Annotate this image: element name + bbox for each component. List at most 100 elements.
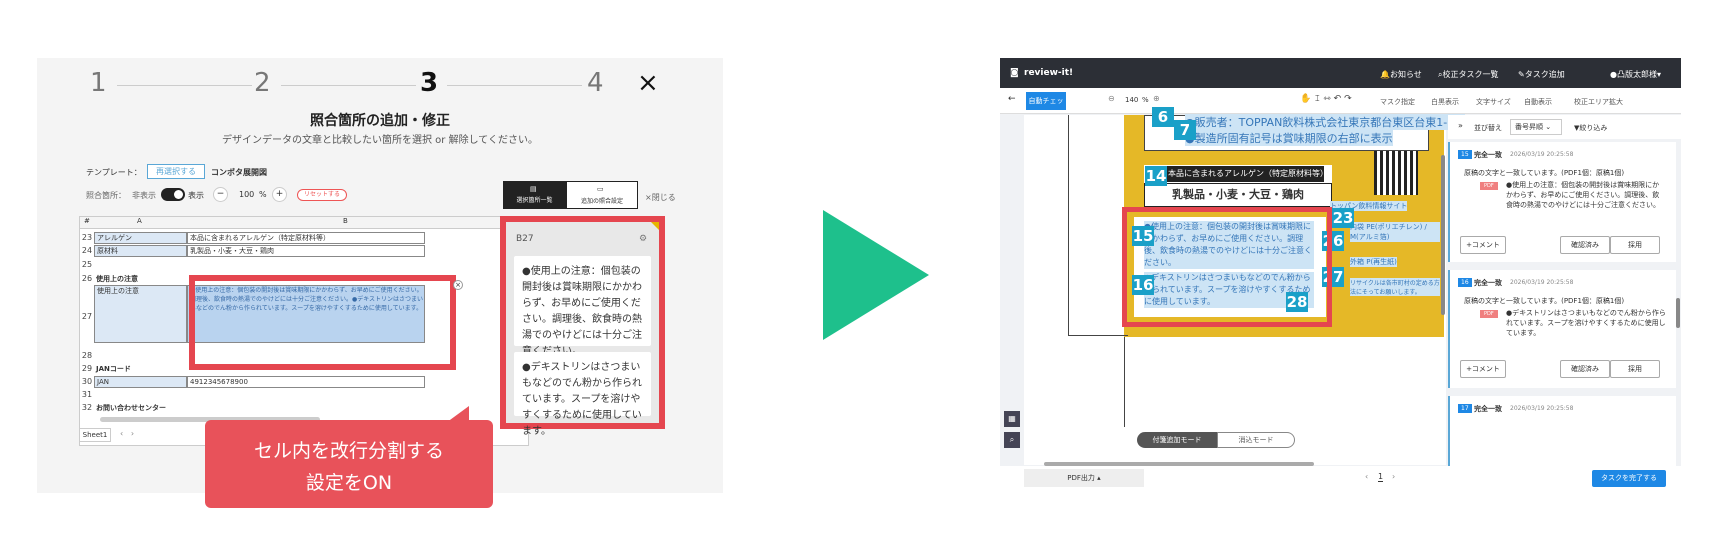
close-side-button[interactable]: ×閉じる bbox=[645, 192, 676, 203]
callout-text-line2: 設定をON bbox=[305, 472, 393, 494]
results-scrollbar[interactable] bbox=[1676, 298, 1680, 328]
table-cell[interactable]: 乳製品・小麦・大豆・鶏肉 bbox=[187, 245, 425, 257]
result-card[interactable]: 16 完全一致 2026/03/19 20:25:58 原稿の文字と一致していま… bbox=[1448, 270, 1676, 388]
confirmed-button[interactable]: 確認済み bbox=[1560, 360, 1610, 378]
table-cell[interactable]: アレルゲン bbox=[94, 232, 187, 244]
section-label: 使用上の注意 bbox=[96, 275, 138, 283]
nav-add-task[interactable]: ✎タスク追加 bbox=[1518, 69, 1565, 80]
search-icon[interactable]: ⌕ bbox=[1004, 432, 1020, 448]
nav-notice[interactable]: 🔔お知らせ bbox=[1380, 69, 1422, 80]
gear-icon[interactable]: ⚙ bbox=[639, 234, 647, 244]
filter-button[interactable]: ▼絞り込み bbox=[1574, 123, 1607, 133]
list-icon: ▤ bbox=[530, 185, 537, 193]
close-icon[interactable]: × bbox=[637, 68, 659, 98]
mode-add-note[interactable]: 付箋追加モード bbox=[1137, 432, 1217, 448]
tool-mask[interactable]: マスク指定 bbox=[1380, 97, 1415, 107]
marker-14[interactable]: 14 bbox=[1145, 166, 1167, 186]
filter-label: 絞り込み bbox=[1579, 124, 1608, 132]
nav-user-label: 凸版太郎様 bbox=[1616, 70, 1657, 79]
die-line bbox=[1068, 115, 1069, 335]
tool-expand-area[interactable]: 校正エリア拡大 bbox=[1574, 97, 1623, 107]
confirmed-button[interactable]: 確認済み bbox=[1560, 236, 1610, 254]
table-cell[interactable]: 使用上の注意 bbox=[94, 285, 187, 343]
split-card-2[interactable]: ●デキストリンはさつまいもなどのでん粉から作られています。スープを溶けやすくする… bbox=[514, 352, 651, 437]
add-comment-button[interactable]: +コメント bbox=[1460, 236, 1506, 254]
toolbar: ← 自動チェック結果 ⊖ 140 % ⊕ ✋ 𝙸 ⇿ ↶ ↷ マスク指定 白黒表… bbox=[1000, 88, 1681, 123]
table-cell[interactable]: JAN bbox=[94, 376, 187, 388]
auto-check-button[interactable]: 自動チェック結果 bbox=[1026, 92, 1066, 123]
document-viewer[interactable]: ●販売者：TOPPAN飲料株式会社東京都台東区台東1-5-1 ●製造所固有記号は… bbox=[1024, 107, 1466, 466]
result-text: ●デキストリンはさつまいもなどのでん粉から作られています。スープを溶けやすくする… bbox=[1506, 309, 1666, 337]
reselect-button[interactable]: 再選択する bbox=[147, 164, 205, 179]
review-app-window: ◙ review-it! 🔔お知らせ ⌕校正タスク一覧 ✎タスク追加 ●凸版太郎… bbox=[1000, 58, 1681, 490]
marker-6[interactable]: 6 bbox=[1152, 107, 1174, 127]
row-number: 30 bbox=[81, 377, 93, 386]
display-toggle[interactable] bbox=[161, 188, 185, 201]
row-number: 31 bbox=[81, 390, 93, 399]
top-navbar: ◙ review-it! 🔔お知らせ ⌕校正タスク一覧 ✎タスク追加 ●凸版太郎… bbox=[1000, 58, 1681, 88]
nav-tasks-label: 校正タスク一覧 bbox=[1442, 70, 1499, 79]
settings-icon: ▭ bbox=[597, 185, 604, 193]
marker-23[interactable]: 23 bbox=[1332, 208, 1354, 228]
chart-icon[interactable]: ▦ bbox=[1004, 411, 1020, 427]
hand-icon[interactable]: ✋ 𝙸 ⇿ ↶ ↷ bbox=[1300, 94, 1352, 104]
back-arrow-icon[interactable]: ← bbox=[1008, 94, 1016, 104]
template-label: テンプレート： bbox=[86, 168, 142, 177]
sort-select[interactable]: 番号昇順 ⌄ bbox=[1510, 119, 1562, 135]
zoom-in-button[interactable]: + bbox=[272, 187, 287, 202]
result-status: 完全一致 bbox=[1474, 151, 1502, 159]
nav-tasks[interactable]: ⌕校正タスク一覧 bbox=[1438, 69, 1498, 80]
result-status: 完全一致 bbox=[1474, 279, 1502, 287]
nav-add-task-label: タスク追加 bbox=[1524, 70, 1565, 79]
table-cell[interactable]: 本品に含まれるアレルゲン（特定原材料等） bbox=[187, 232, 425, 244]
split-card-1[interactable]: ●使用上の注意：個包装の開封後は賞味期限にかかわらず、お早めにご使用ください。調… bbox=[514, 256, 651, 357]
nav-notice-label: お知らせ bbox=[1389, 70, 1422, 79]
match-label: 照合箇所： bbox=[86, 191, 126, 200]
doc-label-27: 外箱 P(再生紙) bbox=[1350, 257, 1397, 267]
collapse-icon[interactable]: » bbox=[1458, 121, 1463, 130]
section-label: JANコード bbox=[96, 365, 131, 373]
result-desc: 原稿の文字と一致しています。(PDF1個：原稿1個) bbox=[1464, 169, 1625, 177]
zoom-in-icon[interactable]: ⊕ bbox=[1153, 94, 1160, 103]
doc-line-expiry: ●製造所固有記号は賞味期限の右部に表示 bbox=[1185, 130, 1393, 146]
corner-marker bbox=[651, 222, 659, 230]
result-card[interactable]: 15 完全一致 2026/03/19 20:25:58 原稿の文字と一致していま… bbox=[1448, 142, 1676, 262]
col-header: # bbox=[84, 217, 90, 225]
cell-reference: B27 bbox=[516, 234, 534, 244]
doc-vertical-scrollbar[interactable] bbox=[1441, 155, 1445, 315]
mode-confirm[interactable]: 消込モード bbox=[1217, 432, 1295, 448]
tool-font-size[interactable]: 文字サイズ bbox=[1476, 97, 1511, 107]
page-prev[interactable]: ‹ bbox=[1365, 472, 1368, 481]
doc-allergen-items: 乳製品・小麦・大豆・鶏肉 bbox=[1144, 183, 1332, 207]
table-cell[interactable]: 原材料 bbox=[94, 245, 187, 257]
zoom-out-button[interactable]: − bbox=[213, 187, 228, 202]
app-logo: review-it! bbox=[1024, 68, 1074, 78]
bottom-bar: PDF出力 ▴ ‹ 1 › タスクを完了する bbox=[1000, 466, 1681, 490]
row-number: 23 bbox=[81, 233, 93, 242]
adopt-button[interactable]: 採用 bbox=[1610, 236, 1660, 254]
marker-7[interactable]: 7 bbox=[1174, 120, 1196, 140]
sheet-tab[interactable]: Sheet1 bbox=[79, 428, 111, 442]
add-comment-button[interactable]: +コメント bbox=[1460, 360, 1506, 378]
row-number: 24 bbox=[81, 246, 93, 255]
step-4: 4 bbox=[587, 68, 604, 98]
reset-button[interactable]: リセットする bbox=[297, 189, 347, 201]
finish-task-button[interactable]: タスクを完了する bbox=[1592, 470, 1666, 487]
table-cell[interactable]: 4912345678900 bbox=[187, 376, 425, 388]
side-panel: B27 ⚙ ●使用上の注意：個包装の開封後は賞味期限にかかわらず、お早めにご使用… bbox=[500, 216, 665, 437]
sheet-nav-arrows[interactable]: ‹ › bbox=[120, 429, 134, 438]
tool-auto-display[interactable]: 自動表示 bbox=[1524, 97, 1552, 107]
row-number: 28 bbox=[81, 351, 93, 360]
adopt-button[interactable]: 採用 bbox=[1610, 360, 1660, 378]
pdf-badge: PDF bbox=[1480, 310, 1498, 318]
pdf-export-label: PDF出力 bbox=[1067, 474, 1095, 482]
nav-user[interactable]: ●凸版太郎様▾ bbox=[1610, 69, 1661, 80]
pdf-export-button[interactable]: PDF出力 ▴ bbox=[1024, 469, 1144, 487]
result-card[interactable]: 17 完全一致 2026/03/19 20:25:58 bbox=[1448, 396, 1676, 466]
doc-label-28: リサイクルは各市町村の定める方法にそってお願いします。 bbox=[1350, 278, 1440, 296]
cell-close-icon[interactable]: × bbox=[453, 280, 463, 290]
zoom-out-icon[interactable]: ⊖ bbox=[1108, 94, 1115, 103]
show-label: 表示 bbox=[188, 191, 204, 200]
page-next[interactable]: › bbox=[1392, 472, 1395, 481]
tool-mono[interactable]: 白黒表示 bbox=[1431, 97, 1459, 107]
